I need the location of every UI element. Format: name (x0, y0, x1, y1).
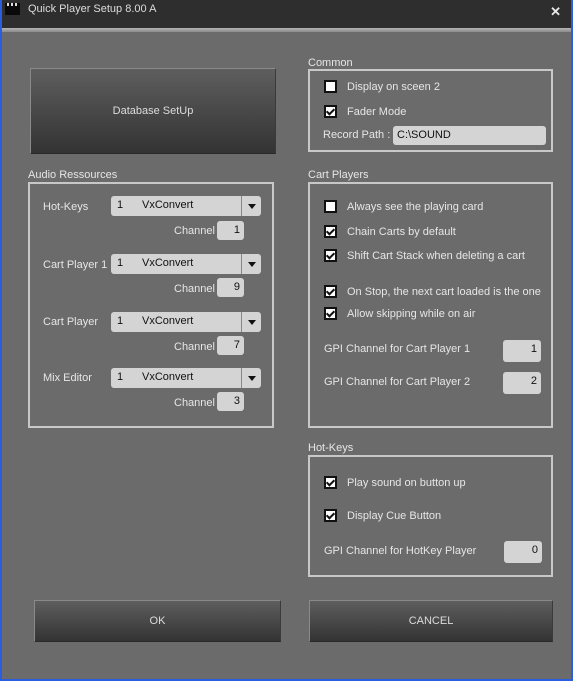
device-number: 1 (117, 371, 124, 383)
device-number: 1 (117, 315, 124, 327)
always-see-playing-card-checkbox[interactable]: Always see the playing card (324, 200, 483, 213)
allow-skipping-checkbox[interactable]: Allow skipping while on air (324, 307, 475, 320)
mix-editor-device-select[interactable]: 1 VxConvert (111, 368, 261, 388)
window-title: Quick Player Setup 8.00 A (28, 3, 157, 15)
record-path-input[interactable]: C:\SOUND (393, 126, 546, 145)
setup-dialog: Quick Player Setup 8.00 A ✕ Database Set… (0, 0, 573, 681)
cart-player-1-channel-label: Channel (174, 283, 215, 295)
audio-resources-title: Audio Ressources (28, 169, 118, 181)
device-number: 1 (117, 199, 124, 211)
checkbox-box[interactable] (324, 285, 337, 298)
play-sound-button-up-checkbox[interactable]: Play sound on button up (324, 476, 466, 489)
cart-player-channel-label: Channel (174, 341, 215, 353)
chevron-down-icon[interactable] (241, 368, 261, 388)
gpi-cart-player-1-input[interactable]: 1 (503, 340, 541, 362)
hotkeys-channel-label: Channel (174, 225, 215, 237)
checkbox-box[interactable] (324, 476, 337, 489)
mix-editor-channel-label: Channel (174, 397, 215, 409)
checkbox-label: Always see the playing card (347, 200, 484, 213)
device-name: VxConvert (142, 257, 194, 269)
checkbox-label: Fader Mode (347, 105, 407, 118)
checkbox-label: Shift Cart Stack when deleting a cart (347, 249, 525, 262)
checkbox-box[interactable] (324, 509, 337, 522)
chevron-down-icon[interactable] (241, 196, 261, 216)
chain-carts-checkbox[interactable]: Chain Carts by default (324, 225, 456, 238)
checkbox-box[interactable] (324, 249, 337, 262)
cart-player-channel-input[interactable]: 7 (217, 336, 244, 355)
gpi-cart-player-1-label: GPI Channel for Cart Player 1 (324, 343, 471, 355)
hotkeys-channel-input[interactable]: 1 (217, 221, 244, 240)
cart-player-label: Cart Player (43, 316, 99, 328)
cart-player-1-label: Cart Player 1 (43, 259, 108, 271)
device-name: VxConvert (142, 315, 194, 327)
clapperboard-icon (5, 3, 20, 15)
gpi-cart-player-2-label: GPI Channel for Cart Player 2 (324, 376, 471, 388)
cancel-button[interactable]: CANCEL (309, 600, 553, 642)
checkbox-label: Play sound on button up (347, 476, 466, 489)
checkbox-label: Display on sceen 2 (347, 80, 440, 93)
fader-mode-checkbox[interactable]: Fader Mode (324, 105, 406, 118)
record-path-label: Record Path : (323, 129, 391, 141)
title-separator (2, 28, 571, 32)
checkbox-box[interactable] (324, 80, 337, 93)
gpi-cart-player-2-input[interactable]: 2 (503, 372, 541, 394)
close-icon[interactable]: ✕ (550, 4, 561, 20)
gpi-hotkey-player-label: GPI Channel for HotKey Player (324, 545, 477, 557)
database-setup-button[interactable]: Database SetUp (30, 68, 276, 154)
checkbox-box[interactable] (324, 307, 337, 320)
checkbox-box[interactable] (324, 105, 337, 118)
checkbox-label: Chain Carts by default (347, 225, 456, 238)
cart-player-1-device-select[interactable]: 1 VxConvert (111, 254, 261, 274)
cart-player-1-channel-input[interactable]: 9 (217, 278, 244, 297)
device-name: VxConvert (142, 199, 194, 211)
shift-cart-stack-checkbox[interactable]: Shift Cart Stack when deleting a cart (324, 249, 525, 262)
cart-players-title: Cart Players (308, 169, 369, 181)
device-name: VxConvert (142, 371, 194, 383)
mix-editor-label: Mix Editor (43, 372, 92, 384)
hotkeys-title: Hot-Keys (308, 442, 354, 454)
checkbox-label: Allow skipping while on air (347, 307, 476, 320)
on-stop-next-cart-checkbox[interactable]: On Stop, the next cart loaded is the one (324, 285, 541, 298)
device-number: 1 (117, 257, 124, 269)
title-bar: Quick Player Setup 8.00 A ✕ (2, 0, 571, 28)
checkbox-box[interactable] (324, 225, 337, 238)
display-cue-button-checkbox[interactable]: Display Cue Button (324, 509, 441, 522)
display-screen2-checkbox[interactable]: Display on sceen 2 (324, 80, 440, 93)
mix-editor-channel-input[interactable]: 3 (217, 392, 244, 411)
gpi-hotkey-player-input[interactable]: 0 (504, 541, 542, 563)
chevron-down-icon[interactable] (241, 312, 261, 332)
common-title: Common (308, 57, 353, 69)
hotkeys-label: Hot-Keys (43, 201, 89, 213)
checkbox-label: Display Cue Button (347, 509, 442, 522)
checkbox-label: On Stop, the next cart loaded is the one (347, 285, 541, 298)
hotkeys-device-select[interactable]: 1 VxConvert (111, 196, 261, 216)
checkbox-box[interactable] (324, 200, 337, 213)
ok-button[interactable]: OK (34, 600, 281, 642)
chevron-down-icon[interactable] (241, 254, 261, 274)
cart-player-device-select[interactable]: 1 VxConvert (111, 312, 261, 332)
